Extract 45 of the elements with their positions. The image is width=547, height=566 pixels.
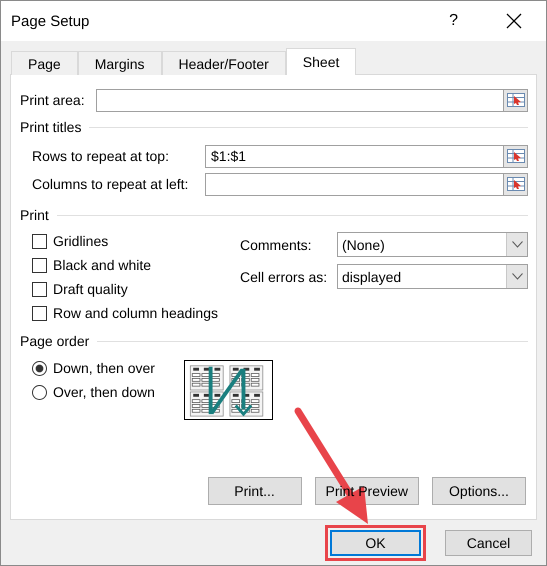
dropdown[interactable]: displayed	[337, 264, 528, 289]
dialog-button[interactable]: Cancel	[445, 530, 532, 556]
dialog-button[interactable]: OK	[330, 530, 421, 556]
field-label: Rows to repeat at top:	[32, 148, 170, 164]
input-field[interactable]	[96, 88, 503, 112]
dialog-button[interactable]: Print...	[208, 477, 302, 505]
checkbox-label: Black and white	[53, 257, 152, 273]
checkbox[interactable]	[32, 234, 47, 248]
chevron-down-icon	[512, 241, 522, 248]
dialog-button[interactable]: Options...	[432, 477, 526, 505]
checkbox-label: Gridlines	[53, 233, 108, 249]
help-button[interactable]: ?	[443, 12, 464, 30]
checkbox-label: Draft quality	[53, 281, 128, 297]
input-field[interactable]: $1:$1	[205, 144, 503, 168]
dropdown[interactable]: (None)	[337, 232, 528, 257]
tab[interactable]: Margins	[78, 51, 162, 75]
input-field[interactable]	[205, 172, 503, 196]
range-select-button[interactable]	[503, 144, 528, 168]
radio-label: Down, then over	[53, 360, 155, 376]
checkbox[interactable]	[32, 306, 47, 320]
radio-button[interactable]	[32, 384, 47, 400]
radio-button[interactable]	[32, 360, 47, 376]
close-button[interactable]	[504, 11, 524, 31]
radio-label: Over, then down	[53, 384, 155, 400]
tab[interactable]: Page	[11, 51, 78, 75]
group-heading: Print	[20, 207, 49, 223]
chevron-down-icon	[512, 273, 522, 280]
range-select-icon	[506, 93, 524, 107]
field-label: Columns to repeat at left:	[32, 176, 190, 192]
field-label: Cell errors as:	[240, 268, 328, 284]
range-select-icon	[506, 149, 524, 163]
checkbox[interactable]	[32, 258, 47, 272]
group-heading: Print titles	[20, 119, 82, 135]
close-icon	[506, 13, 522, 29]
range-select-button[interactable]	[503, 88, 528, 112]
checkbox[interactable]	[32, 282, 47, 296]
range-select-button[interactable]	[503, 172, 528, 196]
window-title: Page Setup	[11, 12, 90, 30]
tab[interactable]: Sheet	[286, 48, 356, 75]
checkbox-label: Row and column headings	[53, 305, 218, 321]
field-label: Comments:	[240, 236, 313, 252]
field-label: Print area:	[20, 92, 86, 108]
group-heading: Page order	[20, 333, 90, 349]
range-select-icon	[506, 177, 524, 191]
tab[interactable]: Header/Footer	[162, 51, 286, 75]
